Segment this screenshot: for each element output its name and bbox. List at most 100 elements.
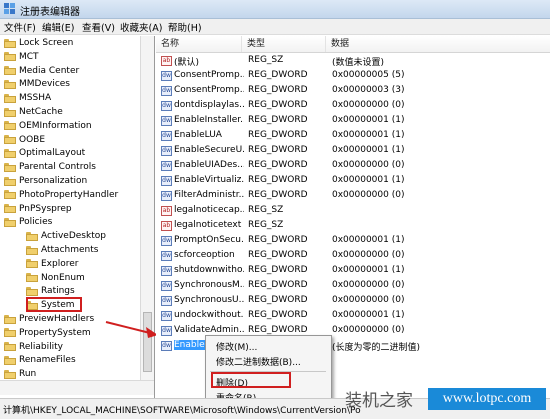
menu-bar: 文件(F) 编辑(E) 查看(V) 收藏夹(A) 帮助(H) (0, 19, 550, 35)
expand-arrow-icon[interactable] (18, 302, 24, 308)
value-row[interactable]: dw FilterAdministr... REG_DWORD 0x00000000 … (156, 189, 550, 204)
binary-value-icon: dw (161, 281, 172, 291)
expand-arrow-icon[interactable] (18, 288, 24, 294)
tree-item-label: Policies (19, 217, 53, 228)
tree-item-label: MMDevices (19, 79, 70, 90)
value-data: 0x00000001 (1) (332, 130, 405, 140)
highlight-delete-item (211, 372, 291, 388)
tree-item[interactable]: Media Center (4, 64, 79, 78)
tree-item-label: PreviewHandlers (19, 314, 95, 324)
tree-item[interactable]: Reliability (4, 340, 63, 354)
value-data: 0x00000000 (0) (332, 100, 405, 110)
tree-item[interactable]: Attachments (18, 243, 98, 257)
column-type-header[interactable]: 类型 (242, 36, 326, 52)
tree-item[interactable]: MCT (4, 50, 39, 64)
column-name-header[interactable]: 名称 (156, 36, 242, 52)
value-name: undockwithout... (174, 310, 244, 320)
tree-item[interactable]: Personalization (4, 174, 87, 188)
value-type: REG_SZ (248, 55, 284, 65)
value-name: ValidateAdmin... (174, 325, 244, 335)
highlight-system-key (26, 297, 82, 312)
folder-icon (4, 162, 16, 172)
value-type: REG_DWORD (248, 235, 308, 245)
tree-item-label: ActiveDesktop (41, 231, 106, 242)
value-row[interactable]: dw dontdisplaylas... REG_DWORD 0x00000000 (… (156, 99, 550, 114)
binary-value-icon: dw (161, 161, 172, 171)
value-row[interactable]: ab legalnoticecap... REG_SZ (156, 204, 550, 219)
expand-arrow-icon[interactable] (18, 261, 24, 267)
menu-edit[interactable]: 编辑(E) (42, 20, 74, 34)
tree-item[interactable]: NonEnum (18, 271, 85, 285)
column-data-header[interactable]: 数据 (326, 36, 550, 52)
value-data: 0x00000005 (5) (332, 70, 405, 80)
value-row[interactable]: dw ConsentPromp... REG_DWORD 0x00000003 (3) (156, 84, 550, 99)
value-row[interactable]: dw EnableLUA REG_DWORD 0x00000001 (1) (156, 129, 550, 144)
folder-icon (26, 231, 38, 241)
value-row[interactable]: dw SynchronousM... REG_DWORD 0x00000000 (0) (156, 279, 550, 294)
value-name: ConsentPromp... (174, 85, 244, 95)
window-title: 注册表编辑器 (20, 7, 80, 18)
value-row[interactable]: dw undockwithout... REG_DWORD 0x00000001 (1… (156, 309, 550, 324)
binary-value-icon: dw (161, 296, 172, 306)
tree-item[interactable]: PhotoPropertyHandler (4, 188, 118, 202)
tree-item[interactable]: PropertySystem (4, 326, 91, 340)
value-type: REG_DWORD (248, 175, 308, 185)
tree-item-label: Ratings (41, 286, 75, 297)
tree-item[interactable]: MMDevices (4, 77, 70, 91)
value-row[interactable]: dw EnableVirtualiz... REG_DWORD 0x00000001 … (156, 174, 550, 189)
tree-item-label: MSSHA (19, 93, 52, 104)
tree-horizontal-scrollbar[interactable] (0, 380, 154, 395)
regedit-icon (4, 3, 15, 14)
tree-item[interactable]: PreviewHandlers (4, 312, 94, 326)
value-row[interactable]: ab (默认) REG_SZ (数值未设置) (156, 54, 550, 69)
value-row[interactable]: dw SynchronousU... REG_DWORD 0x00000000 (0) (156, 294, 550, 309)
expand-arrow-icon[interactable] (18, 247, 24, 253)
value-data: (数值未设置) (332, 58, 385, 68)
expand-arrow-icon[interactable] (18, 233, 24, 239)
binary-value-icon: dw (161, 191, 172, 201)
tree-item[interactable]: OOBE (4, 133, 45, 147)
tree-item[interactable]: NetCache (4, 105, 63, 119)
tree-item[interactable]: Explorer (18, 257, 78, 271)
expand-arrow-icon[interactable] (18, 275, 24, 281)
value-row[interactable]: dw EnableInstaller... REG_DWORD 0x00000001 … (156, 114, 550, 129)
tree-item[interactable]: MSSHA (4, 91, 51, 105)
folder-icon (4, 369, 16, 379)
menu-view[interactable]: 查看(V) (82, 20, 115, 34)
value-name: EnableInstaller... (174, 115, 244, 125)
value-row[interactable]: dw shutdownwitho... REG_DWORD 0x00000001 (1… (156, 264, 550, 279)
binary-value-icon: dw (161, 71, 172, 81)
value-data: 0x00000000 (0) (332, 280, 405, 290)
tree-item[interactable]: Parental Controls (4, 160, 96, 174)
tree-item[interactable]: RenameFiles (4, 353, 76, 367)
tree-item[interactable]: OptimalLayout (4, 146, 85, 160)
menu-favorites[interactable]: 收藏夹(A) (120, 20, 162, 34)
value-row[interactable]: dw EnableSecureU... REG_DWORD 0x00000001 (1… (156, 144, 550, 159)
menu-file[interactable]: 文件(F) (4, 20, 36, 34)
tree-item[interactable]: ActiveDesktop (18, 229, 106, 243)
value-row[interactable]: dw EnableUIADes... REG_DWORD 0x00000000 (0) (156, 159, 550, 174)
string-value-icon: ab (161, 206, 172, 216)
watermark-text: 装机之家 (345, 391, 413, 411)
tree-item-label: Explorer (41, 258, 79, 269)
value-row[interactable]: dw PromptOnSecu... REG_DWORD 0x00000001 (1) (156, 234, 550, 249)
value-row[interactable]: dw scforceoption REG_DWORD 0x00000000 (0) (156, 249, 550, 264)
value-data: 0x00000003 (3) (332, 85, 405, 95)
tree-item[interactable]: Policies (4, 215, 52, 229)
value-row[interactable]: dw ConsentPromp... REG_DWORD 0x00000005 (5) (156, 69, 550, 84)
value-row[interactable]: ab legalnoticetext REG_SZ (156, 219, 550, 234)
tree-item[interactable]: Lock Screen (4, 36, 73, 50)
value-type: REG_DWORD (248, 115, 308, 125)
folder-icon (4, 121, 16, 131)
value-type: REG_DWORD (248, 265, 308, 275)
tree-item[interactable]: PnPSysprep (4, 202, 72, 216)
menu-help[interactable]: 帮助(H) (168, 20, 202, 34)
binary-value-icon: dw (161, 176, 172, 186)
context-modify-binary[interactable]: 修改二进制数据(B)... (216, 355, 301, 368)
list-header: 名称 类型 数据 (156, 36, 550, 53)
folder-icon (4, 190, 16, 200)
title-bar: 注册表编辑器 (0, 0, 550, 19)
tree-item[interactable]: OEMInformation (4, 119, 92, 133)
tree-item-label: Reliability (19, 341, 63, 352)
context-modify[interactable]: 修改(M)... (216, 340, 257, 353)
